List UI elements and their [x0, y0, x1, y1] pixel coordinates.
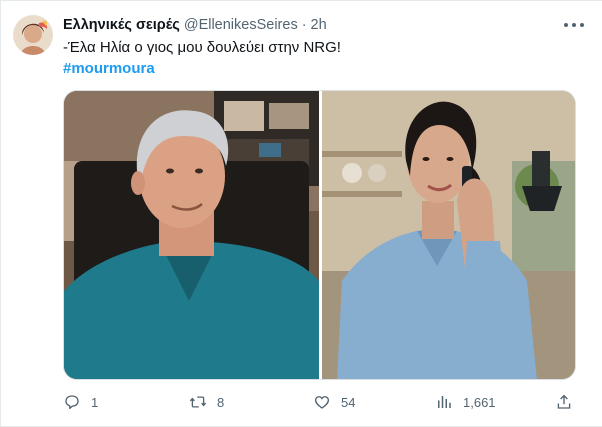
retweet-button[interactable]: 8	[189, 393, 224, 411]
views-button[interactable]: 1,661	[435, 393, 496, 411]
media-image-right[interactable]	[322, 91, 575, 379]
heart-icon	[314, 396, 330, 409]
author-handle[interactable]: @EllenikesSeires	[184, 17, 298, 33]
separator-dot: ·	[301, 17, 307, 33]
timestamp[interactable]: 2h	[311, 17, 327, 33]
retweet-count: 8	[217, 394, 225, 410]
media-grid[interactable]	[63, 90, 576, 380]
views-count: 1,661	[463, 394, 496, 410]
retweet-icon	[189, 396, 207, 408]
reply-button[interactable]: 1	[63, 393, 98, 411]
analytics-icon	[438, 396, 451, 408]
more-icon[interactable]	[564, 23, 584, 29]
share-icon	[557, 394, 571, 409]
avatar-image	[13, 15, 53, 55]
like-count: 54	[341, 394, 356, 410]
tweet-actions: 1 8 54 1,661	[63, 393, 583, 415]
media-image-left[interactable]	[64, 91, 319, 379]
avatar[interactable]	[13, 15, 53, 55]
share-button[interactable]	[555, 393, 573, 411]
tweet-text: -Έλα Ηλία ο γιος μου δουλεύει στην NRG!	[63, 39, 341, 56]
tweet-header: Ελληνικές σειρές @EllenikesSeires · 2h	[63, 15, 590, 35]
author-name[interactable]: Ελληνικές σειρές	[63, 17, 180, 33]
reply-count: 1	[91, 394, 99, 410]
like-button[interactable]: 54	[313, 393, 355, 411]
reply-icon	[65, 395, 79, 410]
tweet[interactable]: Ελληνικές σειρές @EllenikesSeires · 2h -…	[0, 0, 602, 427]
hashtag-link[interactable]: #mourmoura	[63, 59, 155, 79]
